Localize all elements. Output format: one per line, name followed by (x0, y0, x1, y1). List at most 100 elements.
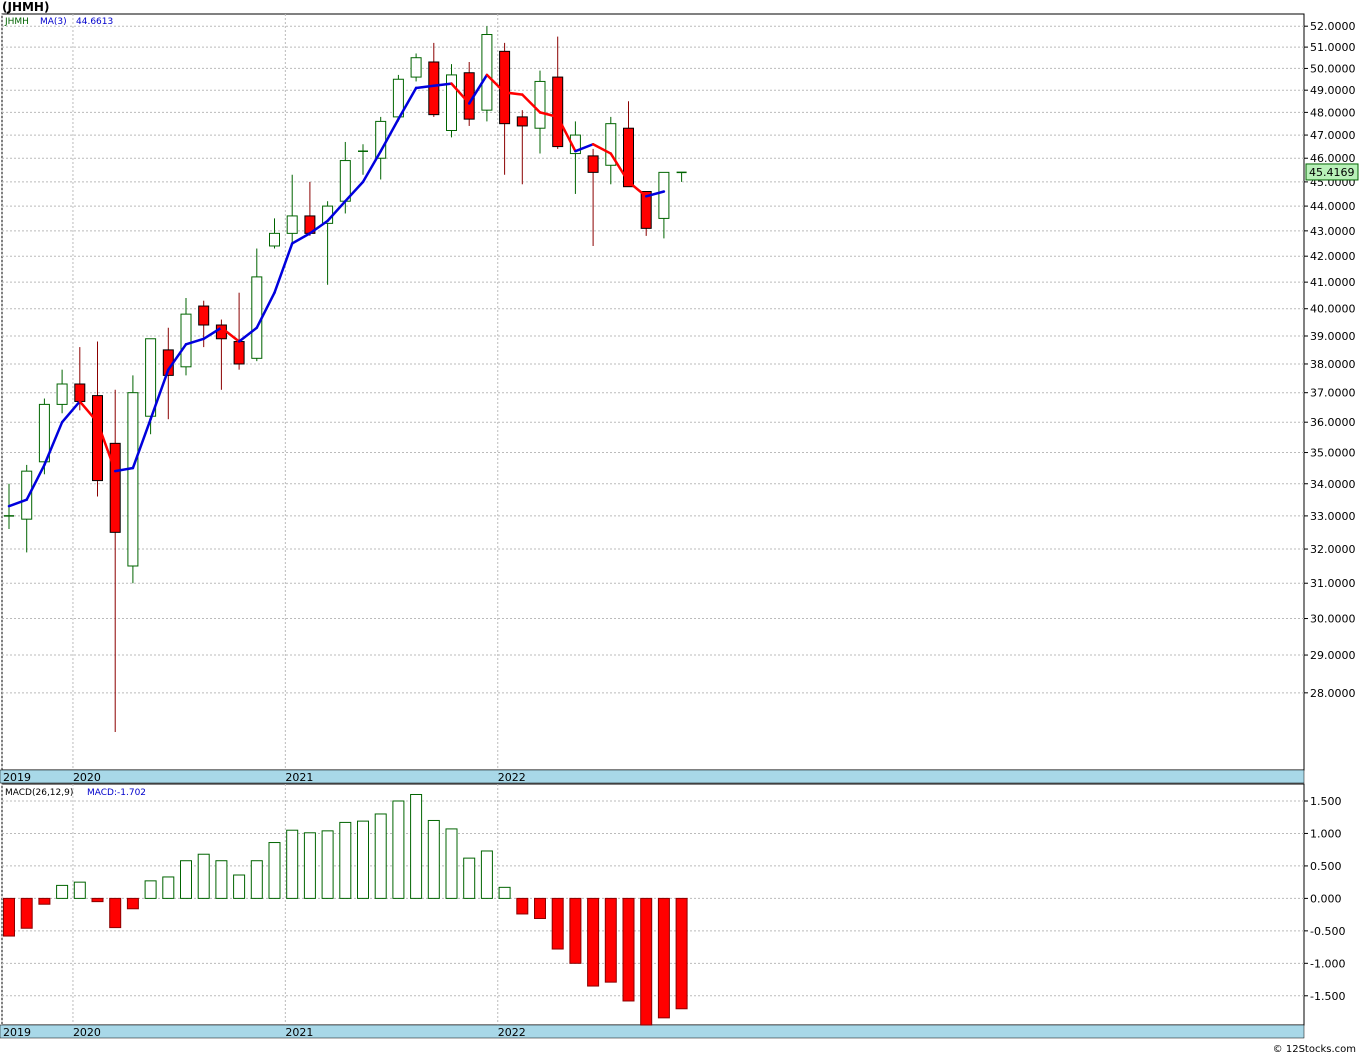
macd-bar-negative (640, 897, 653, 1026)
candle-down (109, 442, 121, 533)
macd-bar-positive (268, 842, 281, 899)
macd-bar-negative (126, 897, 139, 910)
macd-x-axis-band (0, 1024, 1305, 1039)
candle-down (92, 395, 103, 482)
year-label: 2022 (498, 1026, 526, 1039)
price-tick-label: 36.0000 (1310, 416, 1356, 429)
macd-panel (1, 783, 1305, 1026)
price-tick-label: 49.0000 (1310, 84, 1356, 97)
stock-chart: 52.0000 51.0000 50.0000 49.0000 48.0000 47.00… (0, 13, 1359, 1039)
price-tick-label: 44.0000 (1310, 200, 1356, 213)
price-tick-label: 33.0000 (1310, 510, 1356, 523)
price-legend-symbol: JHMH (4, 17, 29, 27)
candle-up (339, 160, 351, 202)
price-tick-label: 40.0000 (1310, 303, 1356, 316)
price-tick-label: 42.0000 (1310, 250, 1356, 263)
price-tick-label: 29.0000 (1310, 649, 1356, 662)
price-tick-label: 37.0000 (1310, 387, 1356, 400)
macd-bar-positive (233, 874, 246, 899)
price-tick-label: 38.0000 (1310, 358, 1356, 371)
macd-bar-negative (109, 897, 122, 929)
macd-tick-label: 1.500 (1310, 795, 1342, 808)
candle-up (481, 34, 493, 111)
year-label: 2019 (3, 1026, 31, 1039)
price-tick-label: 35.0000 (1310, 447, 1356, 460)
macd-bar-positive (303, 832, 316, 899)
price-tick-label: 50.0000 (1310, 62, 1356, 75)
macd-bar-positive (215, 860, 228, 899)
macd-bar-negative (516, 897, 529, 915)
macd-bar-positive (480, 850, 493, 899)
candle-up (269, 232, 280, 247)
macd-tick-label: -1.000 (1310, 957, 1345, 970)
macd-tick-label: -1.500 (1310, 990, 1345, 1003)
price-tick-label: 43.0000 (1310, 225, 1356, 238)
macd-bar-negative (20, 897, 33, 929)
candle-up (145, 338, 157, 417)
macd-bar-positive (56, 884, 69, 899)
copyright-footer: © 12Stocks.com (1272, 1044, 1356, 1055)
price-tick-label: 47.0000 (1310, 129, 1356, 142)
macd-tick-label: 0.000 (1310, 892, 1342, 905)
macd-bar-positive (374, 813, 387, 899)
macd-bar-negative (587, 897, 600, 987)
candle-down (552, 76, 564, 148)
macd-bar-negative (91, 897, 104, 903)
price-tick-label: 48.0000 (1310, 106, 1356, 119)
price-tick-label: 39.0000 (1310, 330, 1356, 343)
macd-bar-negative (534, 897, 546, 920)
year-label: 2021 (285, 771, 313, 784)
price-tick-label: 51.0000 (1310, 41, 1356, 54)
macd-tick-label: 1.000 (1310, 827, 1342, 840)
year-label: 2020 (73, 1026, 101, 1039)
macd-bar-positive (445, 828, 458, 899)
macd-bar-positive (392, 800, 405, 899)
macd-bar-positive (339, 821, 352, 899)
price-tick-label: 30.0000 (1310, 613, 1356, 626)
macd-bar-positive (197, 853, 210, 899)
macd-bar-positive (321, 830, 334, 899)
price-x-axis-band (0, 769, 1305, 784)
price-panel (1, 13, 1305, 771)
year-label: 2020 (73, 771, 101, 784)
macd-bar-positive (73, 881, 86, 899)
macd-bar-positive (463, 857, 476, 899)
candle-down (233, 341, 245, 365)
macd-bar-negative (38, 897, 51, 905)
candle-up (251, 276, 263, 359)
macd-bar-positive (427, 819, 440, 899)
candle-up (38, 403, 50, 463)
candle-down (587, 155, 599, 173)
price-legend-ma-value: 44.6613 (76, 17, 113, 27)
year-label: 2019 (3, 771, 31, 784)
candle-up (534, 80, 546, 129)
macd-bar-negative (622, 897, 635, 1002)
macd-bar-negative (3, 897, 15, 937)
price-legend-ma: MA(3) (40, 17, 67, 27)
candle-down (516, 116, 528, 127)
candle-up (286, 215, 298, 234)
macd-bar-positive (498, 886, 511, 899)
macd-bar-negative (675, 897, 688, 1010)
price-tick-label: 46.0000 (1310, 152, 1356, 165)
price-tick-label: 41.0000 (1310, 276, 1356, 289)
candle-up (180, 313, 192, 368)
candle-down (74, 383, 86, 402)
price-tick-label: 31.0000 (1310, 577, 1356, 590)
macd-bar-positive (180, 860, 192, 899)
macd-bar-negative (604, 897, 617, 983)
macd-bar-negative (657, 897, 670, 1019)
macd-bar-negative (551, 897, 564, 950)
macd-legend-value: MACD:-1.702 (87, 788, 146, 798)
candle-down (198, 305, 210, 326)
year-label: 2021 (285, 1026, 313, 1039)
price-tick-label: 52.0000 (1310, 20, 1356, 33)
macd-bar-negative (569, 897, 582, 964)
year-label: 2022 (498, 771, 526, 784)
candle-down (428, 61, 440, 116)
macd-bar-positive (410, 793, 423, 899)
macd-bar-positive (286, 829, 299, 899)
price-tick-label: 34.0000 (1310, 478, 1356, 491)
macd-legend-label: MACD(26,12,9) (5, 788, 73, 798)
macd-tick-label: -0.500 (1310, 925, 1345, 938)
